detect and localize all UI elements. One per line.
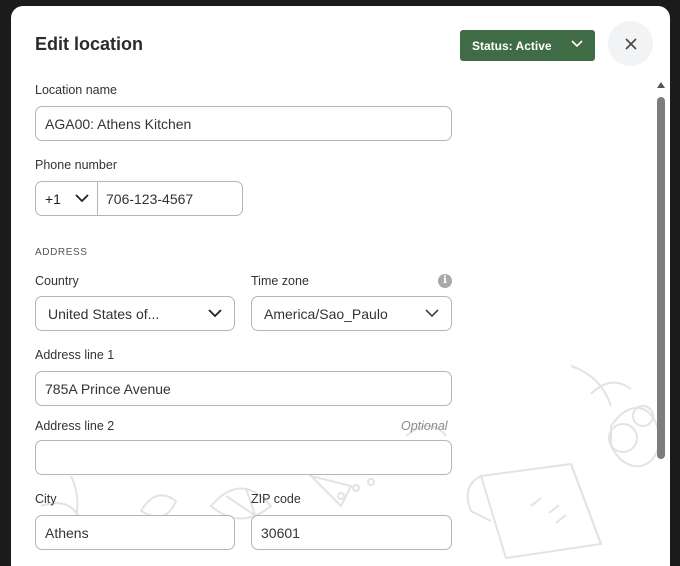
scrollbar[interactable] (655, 80, 667, 566)
zip-code-label: ZIP code (251, 492, 301, 506)
country-code-select[interactable]: +1 (35, 181, 97, 216)
edit-location-modal: Edit location Status: Active Location na… (11, 6, 670, 566)
zip-code-input[interactable]: 30601 (251, 515, 452, 550)
time-zone-value: America/Sao_Paulo (264, 305, 388, 322)
chevron-down-icon (425, 309, 439, 318)
scroll-up-arrow-icon[interactable] (657, 82, 665, 88)
location-name-input[interactable]: AGA00: Athens Kitchen (35, 106, 452, 141)
address-line-1-label: Address line 1 (35, 348, 115, 362)
status-dropdown-button[interactable]: Status: Active (460, 30, 595, 61)
country-value: United States of... (48, 305, 160, 322)
status-label: Status: Active (472, 38, 552, 53)
time-zone-select[interactable]: America/Sao_Paulo (251, 296, 452, 331)
chevron-down-icon (208, 309, 222, 318)
country-select[interactable]: United States of... (35, 296, 235, 331)
address-line-2-label: Address line 2 (35, 419, 115, 433)
close-icon (624, 37, 637, 50)
info-icon[interactable]: i (438, 274, 452, 288)
close-button[interactable] (608, 21, 653, 66)
address-section-heading: ADDRESS (35, 247, 88, 258)
phone-number-label: Phone number (35, 158, 118, 172)
scrollbar-thumb[interactable] (657, 97, 665, 459)
city-label: City (35, 492, 57, 506)
chevron-down-icon (75, 194, 89, 203)
location-name-label: Location name (35, 83, 118, 97)
address-line-1-input[interactable]: 785A Prince Avenue (35, 371, 452, 406)
city-input[interactable]: Athens (35, 515, 235, 550)
country-label: Country (35, 274, 79, 288)
time-zone-label: Time zone (251, 274, 309, 288)
modal-title: Edit location (35, 34, 143, 54)
phone-number-input[interactable]: 706-123-4567 (97, 181, 243, 216)
optional-hint: Optional (401, 419, 448, 433)
country-code-value: +1 (45, 190, 61, 207)
chevron-down-icon (571, 40, 583, 48)
address-line-2-input[interactable] (35, 440, 452, 475)
